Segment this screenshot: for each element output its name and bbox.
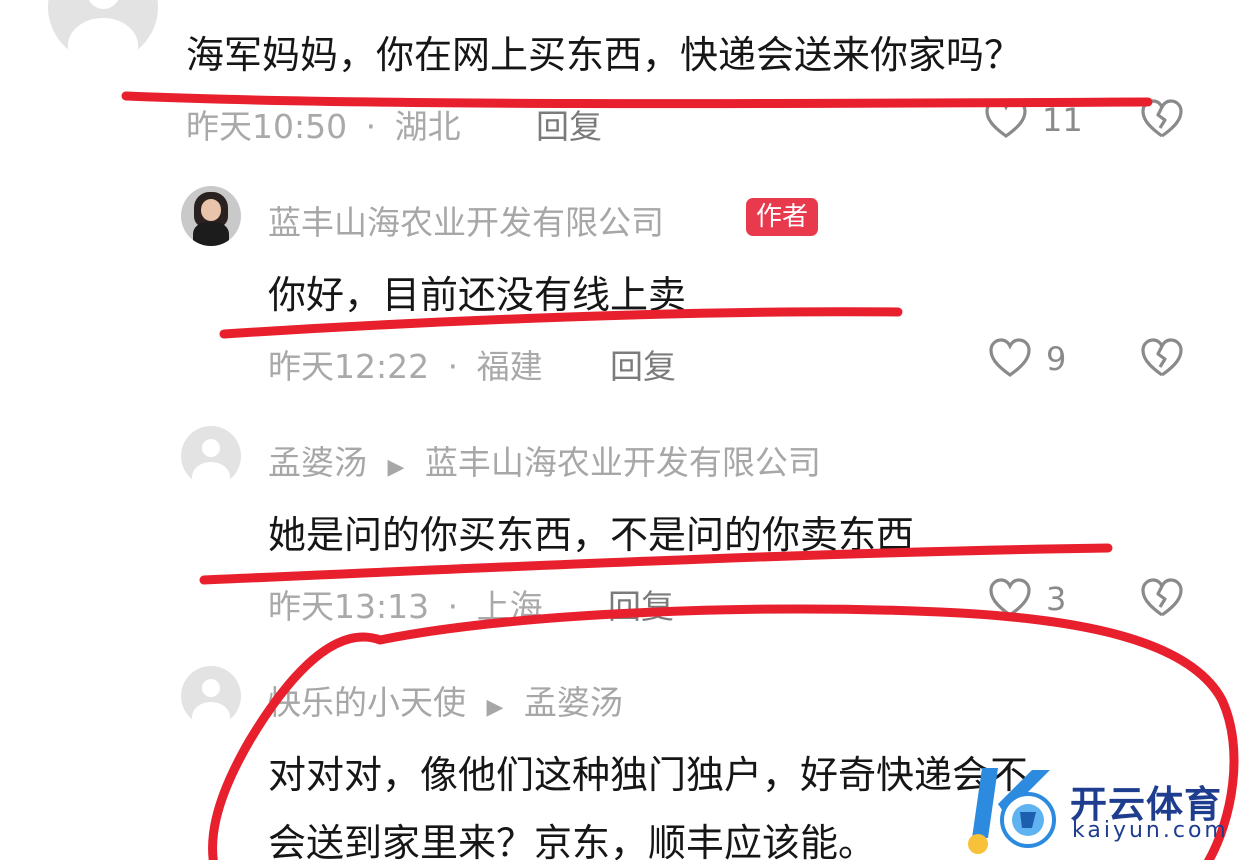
comment-text-line: 会送到家里来？京东，顺丰应该能。 (268, 821, 877, 865)
avatar[interactable] (181, 186, 241, 246)
heart-icon[interactable] (988, 577, 1032, 619)
author-name[interactable]: 蓝丰山海农业开发有限公司 (268, 196, 664, 244)
comment-meta: 昨天10:50 · 湖北 (186, 100, 461, 148)
comment-text: 她是问的你买东西，不是问的你卖东西 (268, 513, 915, 557)
broken-heart-icon[interactable] (1140, 337, 1184, 379)
broken-heart-icon[interactable] (1140, 577, 1184, 619)
comment-meta: 昨天13:13 · 上海 (268, 580, 543, 628)
heart-icon[interactable] (984, 98, 1028, 140)
avatar[interactable] (48, 0, 158, 62)
comment-text: 你好，目前还没有线上卖 (268, 273, 687, 317)
comment-location: 湖北 (394, 107, 461, 146)
comment-location: 上海 (476, 587, 543, 626)
comment-text: 海军妈妈，你在网上买东西，快递会送来你家吗？ (186, 33, 1023, 77)
reply-arrow-icon: ▶ (486, 695, 504, 720)
author-name-link[interactable]: 孟婆汤 (268, 443, 367, 482)
author-name: 孟婆汤 ▶ 蓝丰山海农业开发有限公司 (268, 436, 821, 484)
comment-time: 昨天10:50 (186, 107, 348, 146)
comment-location: 福建 (476, 347, 543, 386)
broken-heart-icon[interactable] (1140, 98, 1184, 140)
comment-time: 昨天13:13 (268, 587, 430, 626)
comment-text-line: 对对对，像他们这种独门独户，好奇快递会不 (268, 753, 1029, 797)
avatar[interactable] (181, 426, 241, 486)
reply-to-name[interactable]: 蓝丰山海农业开发有限公司 (425, 443, 821, 482)
author-badge: 作者 (746, 198, 819, 236)
avatar[interactable] (181, 666, 241, 726)
separator-dot: · (447, 347, 459, 386)
author-name: 快乐的小天使 ▶ 孟婆汤 (268, 676, 623, 724)
like-count: 3 (1046, 580, 1067, 618)
watermark: 开云体育 kaiyun.com (958, 760, 1238, 858)
watermark-logo-icon (968, 768, 1056, 854)
author-name-link[interactable]: 快乐的小天使 (268, 683, 466, 722)
watermark-domain: kaiyun.com (1072, 818, 1229, 843)
like-count: 11 (1042, 101, 1083, 139)
reply-to-name[interactable]: 孟婆汤 (524, 683, 623, 722)
separator-dot: · (447, 587, 459, 626)
reply-button[interactable]: 回复 (610, 340, 676, 388)
heart-icon[interactable] (988, 337, 1032, 379)
separator-dot: · (365, 107, 377, 146)
comment-meta: 昨天12:22 · 福建 (268, 340, 543, 388)
reply-button[interactable]: 回复 (536, 100, 602, 148)
like-count: 9 (1046, 340, 1067, 378)
comment-time: 昨天12:22 (268, 347, 430, 386)
reply-arrow-icon: ▶ (387, 455, 405, 480)
reply-button[interactable]: 回复 (608, 580, 674, 628)
